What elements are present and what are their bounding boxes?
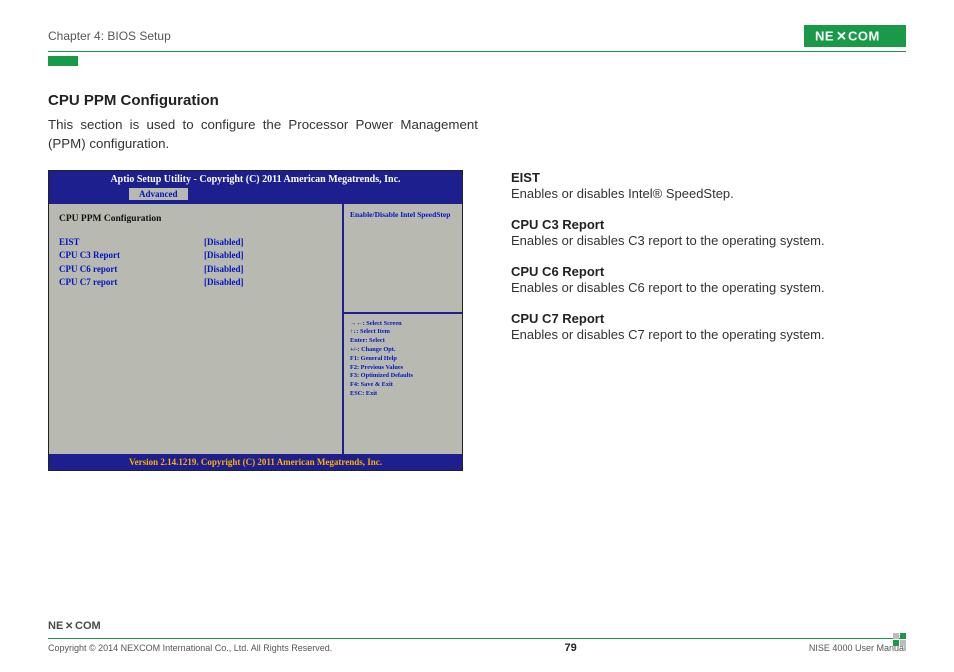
copyright-text: Copyright © 2014 NEXCOM International Co… [48, 643, 332, 653]
description-term: CPU C6 Report [511, 264, 906, 279]
footer-line: Copyright © 2014 NEXCOM International Co… [48, 642, 906, 654]
page-number: 79 [564, 642, 576, 654]
description-text: Enables or disables C6 report to the ope… [511, 279, 906, 297]
corner-mark-icon [893, 633, 906, 646]
description-text: Enables or disables Intel® SpeedStep. [511, 185, 906, 203]
bios-row[interactable]: CPU C6 report [Disabled] [59, 263, 332, 277]
svg-text:COM: COM [75, 620, 101, 631]
description-item: CPU C7 Report Enables or disables C7 rep… [511, 311, 906, 344]
page-header: Chapter 4: BIOS Setup NE ✕ COM [48, 25, 906, 52]
bios-key-line: F1: General Help [350, 355, 456, 364]
bios-tab-advanced[interactable]: Advanced [129, 188, 188, 200]
bios-row-label: CPU C6 report [59, 263, 204, 277]
chapter-label: Chapter 4: BIOS Setup [48, 29, 171, 43]
nexcom-logo: NE ✕ COM [804, 25, 906, 47]
bios-row-value: [Disabled] [204, 249, 244, 263]
footer-rule [48, 638, 906, 639]
svg-text:NE: NE [815, 29, 834, 44]
bios-key-line: F3: Optimized Defaults [350, 372, 456, 381]
bios-key-line: +/-: Change Opt. [350, 346, 456, 355]
description-text: Enables or disables C7 report to the ope… [511, 326, 906, 344]
content-row: Aptio Setup Utility - Copyright (C) 2011… [48, 170, 906, 471]
manual-name: NISE 4000 User Manual [809, 643, 906, 653]
description-item: CPU C6 Report Enables or disables C6 rep… [511, 264, 906, 297]
description-column: EIST Enables or disables Intel® SpeedSte… [511, 170, 906, 471]
bios-key-line: F4: Save & Exit [350, 381, 456, 390]
description-text: Enables or disables C3 report to the ope… [511, 232, 906, 250]
section-title: CPU PPM Configuration [48, 92, 906, 109]
bios-row-value: [Disabled] [204, 276, 244, 290]
bios-key-line: ↑↓: Select Item [350, 328, 456, 337]
bios-key-line: Enter: Select [350, 337, 456, 346]
bios-right-pane: Enable/Disable Intel SpeedStep →←: Selec… [342, 204, 462, 454]
bios-help-text: Enable/Disable Intel SpeedStep [344, 204, 462, 314]
bios-row[interactable]: EIST [Disabled] [59, 236, 332, 250]
bios-panel: Aptio Setup Utility - Copyright (C) 2011… [48, 170, 463, 471]
svg-text:✕: ✕ [836, 29, 847, 44]
bios-row-value: [Disabled] [204, 263, 244, 277]
description-term: CPU C3 Report [511, 217, 906, 232]
bios-row-label: EIST [59, 236, 204, 250]
bios-heading: CPU PPM Configuration [59, 214, 332, 224]
section-description: This section is used to configure the Pr… [48, 115, 478, 154]
description-item: CPU C3 Report Enables or disables C3 rep… [511, 217, 906, 250]
description-term: EIST [511, 170, 906, 185]
bios-key-line: F2: Previous Values [350, 364, 456, 373]
description-term: CPU C7 Report [511, 311, 906, 326]
svg-text:NE: NE [48, 620, 63, 631]
bios-tab-bar: Advanced [49, 188, 462, 202]
green-tab-decor [48, 56, 78, 66]
bios-row[interactable]: CPU C7 report [Disabled] [59, 276, 332, 290]
description-item: EIST Enables or disables Intel® SpeedSte… [511, 170, 906, 203]
bios-footer-bar: Version 2.14.1219. Copyright (C) 2011 Am… [49, 454, 462, 470]
bios-row-label: CPU C3 Report [59, 249, 204, 263]
page-footer: NE ✕ COM Copyright © 2014 NEXCOM Interna… [48, 619, 906, 654]
svg-text:COM: COM [848, 29, 880, 44]
nexcom-logo-small: NE ✕ COM [48, 619, 110, 631]
bios-key-line: →←: Select Screen [350, 320, 456, 329]
bios-row-label: CPU C7 report [59, 276, 204, 290]
bios-left-pane: CPU PPM Configuration EIST [Disabled] CP… [49, 204, 342, 454]
bios-row[interactable]: CPU C3 Report [Disabled] [59, 249, 332, 263]
bios-body: CPU PPM Configuration EIST [Disabled] CP… [49, 202, 462, 454]
bios-title-bar: Aptio Setup Utility - Copyright (C) 2011… [49, 171, 462, 188]
bios-key-line: ESC: Exit [350, 390, 456, 399]
bios-key-legend: →←: Select Screen ↑↓: Select Item Enter:… [344, 314, 462, 454]
svg-text:✕: ✕ [65, 621, 73, 631]
bios-row-value: [Disabled] [204, 236, 244, 250]
